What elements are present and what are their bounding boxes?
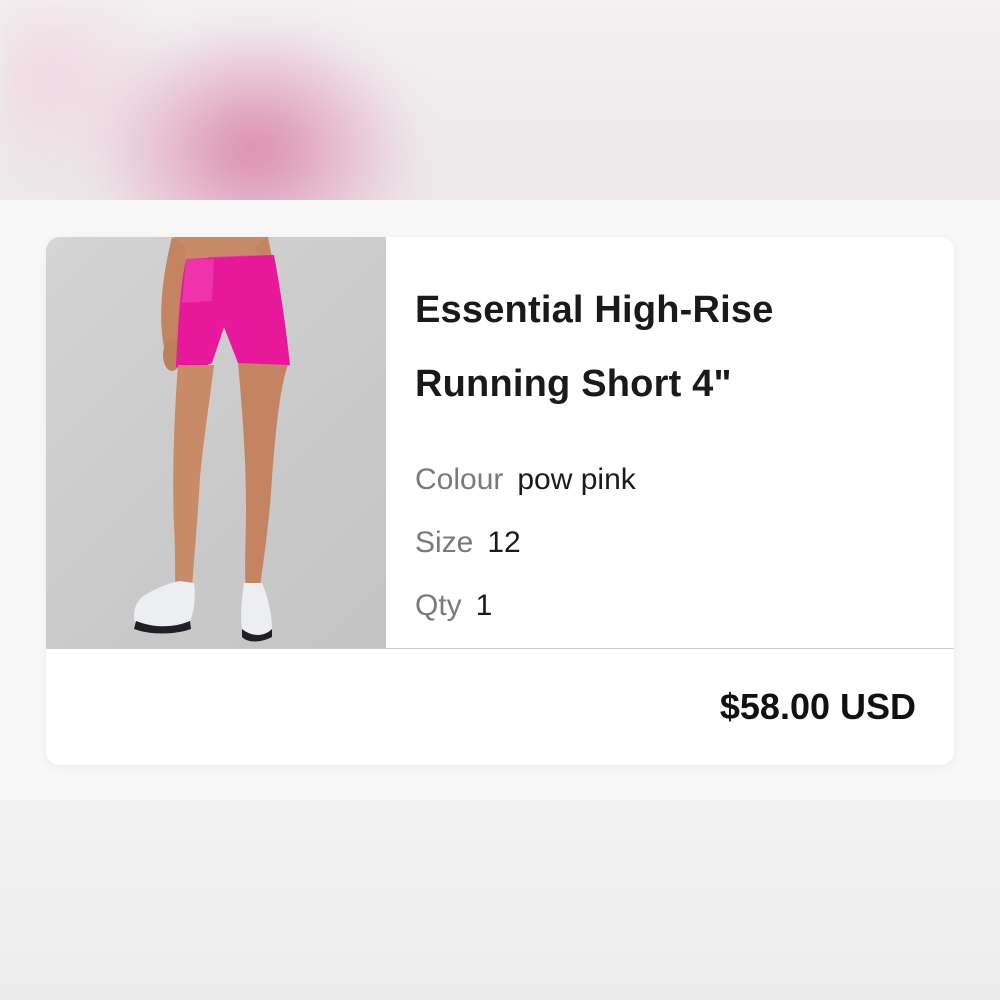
qty-label: Qty (415, 589, 462, 622)
product-photo-icon (134, 237, 290, 642)
blurred-background-bottom (0, 800, 1000, 1000)
qty-value: 1 (475, 589, 493, 622)
price-total: $58.00 USD (719, 686, 916, 727)
product-title-line-1: Essential High-Rise (415, 289, 774, 331)
colour-row: Colour pow pink (415, 460, 636, 500)
product-title-line-2: Running Short 4" (415, 363, 732, 405)
product-image[interactable] (46, 237, 386, 648)
blurred-background-top (0, 0, 1000, 200)
qty-row: Qty 1 (415, 586, 492, 626)
product-title[interactable]: Essential High-Rise Running Short 4" (415, 273, 915, 421)
colour-value: pow pink (517, 463, 636, 496)
size-label: Size (415, 526, 474, 559)
colour-label: Colour (415, 463, 504, 496)
divider (46, 648, 954, 649)
size-value: 12 (487, 526, 521, 559)
order-item-card: Essential High-Rise Running Short 4" Col… (46, 237, 954, 765)
size-row: Size 12 (415, 523, 521, 563)
